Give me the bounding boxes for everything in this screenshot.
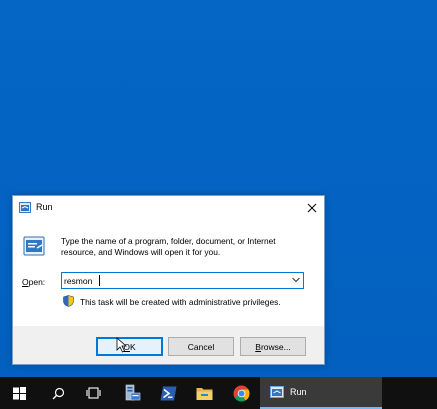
uac-shield-icon (63, 295, 74, 307)
ok-button[interactable]: OK (96, 337, 163, 356)
admin-privileges-note: This task will be created with administr… (80, 297, 281, 307)
windows-start-icon (12, 386, 26, 400)
open-combobox[interactable] (61, 272, 304, 289)
open-label: Open: (22, 277, 45, 287)
file-explorer-icon (196, 387, 212, 400)
search-icon (52, 387, 64, 399)
run-app-icon (270, 386, 284, 398)
taskbar-server-manager[interactable] (114, 377, 150, 409)
taskbar-file-explorer[interactable] (186, 377, 222, 409)
text-caret (99, 275, 100, 286)
close-icon (307, 203, 317, 213)
taskbar-run-label: Run (290, 387, 307, 397)
close-button[interactable] (300, 196, 324, 220)
taskbar-run-window[interactable]: Run (260, 377, 382, 409)
browse-button-label: rowse... (260, 341, 291, 352)
open-label-accelerator: O (22, 277, 29, 287)
mouse-pointer-icon (116, 337, 128, 353)
run-dialog: Run Type the name of a program, folder, … (12, 195, 325, 365)
ok-button-label: K (129, 341, 136, 352)
task-view-button[interactable] (76, 377, 110, 409)
chevron-down-icon[interactable] (292, 277, 300, 283)
dialog-title: Run (36, 202, 53, 212)
run-app-icon (19, 202, 31, 213)
dialog-description: Type the name of a program, folder, docu… (61, 236, 276, 257)
open-label-text: pen: (28, 277, 46, 287)
dialog-content: Type the name of a program, folder, docu… (13, 220, 324, 326)
powershell-icon (160, 386, 176, 400)
task-view-icon (85, 387, 101, 399)
command-input[interactable] (64, 274, 284, 287)
start-button[interactable] (0, 377, 38, 409)
dialog-button-bar: OK Cancel Browse... (13, 326, 324, 364)
run-program-icon (23, 236, 45, 256)
dialog-titlebar[interactable]: Run (13, 196, 324, 220)
taskbar: Run (0, 377, 437, 409)
chrome-icon (233, 385, 249, 401)
cancel-button[interactable]: Cancel (168, 337, 234, 356)
taskbar-powershell[interactable] (150, 377, 186, 409)
taskbar-search-button[interactable] (40, 377, 76, 409)
taskbar-chrome[interactable] (222, 377, 260, 409)
server-manager-icon (125, 384, 141, 401)
browse-button[interactable]: Browse... (240, 337, 306, 356)
